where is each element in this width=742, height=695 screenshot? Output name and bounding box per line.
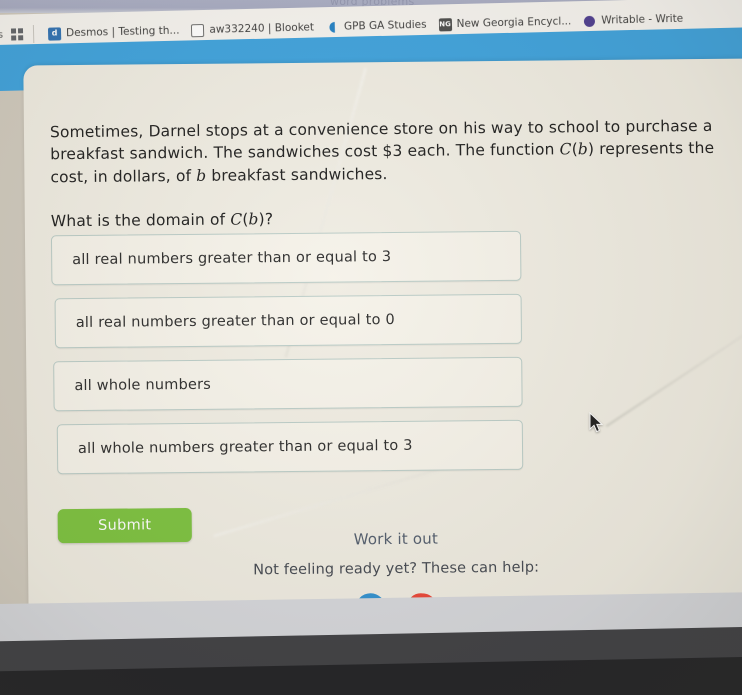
new-georgia-encyclopedia-favicon: NG (438, 17, 452, 31)
answer-options-list: all real numbers greater than or equal t… (50, 230, 524, 488)
bookmark-label: Writable - Write (601, 12, 684, 27)
prompt-variable-b: b (248, 210, 259, 229)
stem-line-3: breakfast sandwiches. (206, 164, 388, 185)
stem-line-2: sandwich. The sandwiches cost $3 each. T… (129, 140, 560, 163)
answer-option-4[interactable]: all whole numbers greater than or equal … (56, 419, 524, 475)
bookmark-label: Desmos | Testing th... (65, 24, 180, 40)
answer-option-1[interactable]: all real numbers greater than or equal t… (50, 230, 522, 286)
question-text-block: Sometimes, Darnel stops at a convenience… (50, 115, 741, 231)
bookmark-blooket[interactable]: aw332240 | Blooket (185, 19, 320, 39)
answer-option-label: all whole numbers (74, 376, 212, 395)
question-card: Sometimes, Darnel stops at a convenience… (23, 58, 742, 626)
apps-grid-icon[interactable] (10, 28, 24, 41)
bookmark-label: New Georgia Encycl... (456, 15, 572, 31)
answer-option-label: all real numbers greater than or equal t… (72, 249, 392, 269)
bookmarks-divider (32, 25, 35, 44)
prompt-suffix: ? (264, 210, 274, 229)
prompt-function-c: C (230, 210, 243, 229)
blooket-favicon (191, 23, 205, 37)
gpb-favicon: ◖ (328, 18, 337, 36)
answer-option-label: all whole numbers greater than or equal … (77, 437, 413, 458)
bookmark-gpb-ga-studies[interactable]: ◖ GPB GA Studies (320, 16, 433, 36)
bookmark-writable[interactable]: Writable - Write (577, 10, 689, 30)
question-stem: Sometimes, Darnel stops at a convenience… (49, 116, 715, 187)
bookmarks-overflow-label: ks (0, 29, 4, 41)
prompt-prefix: What is the domain of (50, 210, 231, 231)
stem-variable-b: b (577, 140, 589, 159)
question-prompt: What is the domain of C(b)? (50, 210, 274, 231)
answer-option-label: all real numbers greater than or equal t… (75, 311, 395, 332)
work-it-out-subtitle: Not feeling ready yet? These can help: (253, 559, 540, 579)
bookmark-label: GPB GA Studies (343, 18, 427, 33)
answer-option-2[interactable]: all real numbers greater than or equal t… (54, 293, 523, 349)
bookmark-desmos[interactable]: d Desmos | Testing th... (42, 22, 186, 42)
bookmark-new-georgia-encyclopedia[interactable]: NG New Georgia Encycl... (432, 13, 577, 33)
writable-favicon (583, 14, 596, 27)
bookmark-label: aw332240 | Blooket (209, 21, 315, 36)
screen-photo: word problems ks d Desmos | Testing th..… (0, 0, 742, 695)
answer-option-3[interactable]: all whole numbers (53, 356, 523, 412)
desmos-favicon: d (47, 26, 62, 41)
screen-glare (605, 292, 742, 428)
stem-function-c: C (559, 140, 572, 159)
stem-variable-b2: b (196, 166, 207, 185)
